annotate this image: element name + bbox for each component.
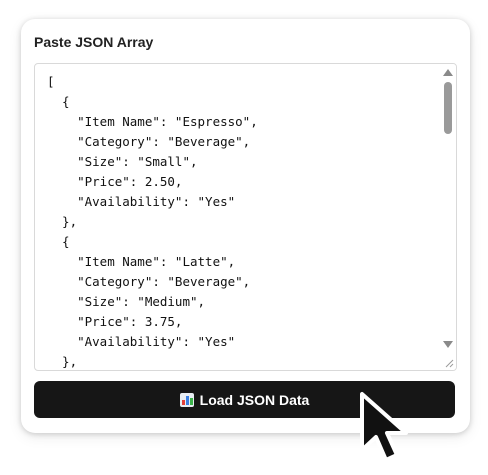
scroll-up-arrow-icon[interactable] bbox=[443, 69, 453, 76]
textarea-scrollbar[interactable] bbox=[440, 64, 456, 370]
json-input-card: Paste JSON Array [ { "Item Name": "Espre… bbox=[21, 19, 470, 433]
mouse-pointer-icon bbox=[360, 392, 408, 462]
bar-chart-icon bbox=[179, 392, 194, 407]
scroll-down-arrow-icon[interactable] bbox=[443, 341, 453, 348]
resize-grip-icon[interactable] bbox=[444, 358, 454, 368]
json-text-content[interactable]: [ { "Item Name": "Espresso", "Category":… bbox=[47, 72, 258, 370]
load-json-button-label: Load JSON Data bbox=[199, 391, 310, 408]
json-array-label: Paste JSON Array bbox=[34, 34, 154, 50]
scrollbar-thumb[interactable] bbox=[444, 82, 452, 134]
json-textarea[interactable]: [ { "Item Name": "Espresso", "Category":… bbox=[34, 63, 457, 371]
